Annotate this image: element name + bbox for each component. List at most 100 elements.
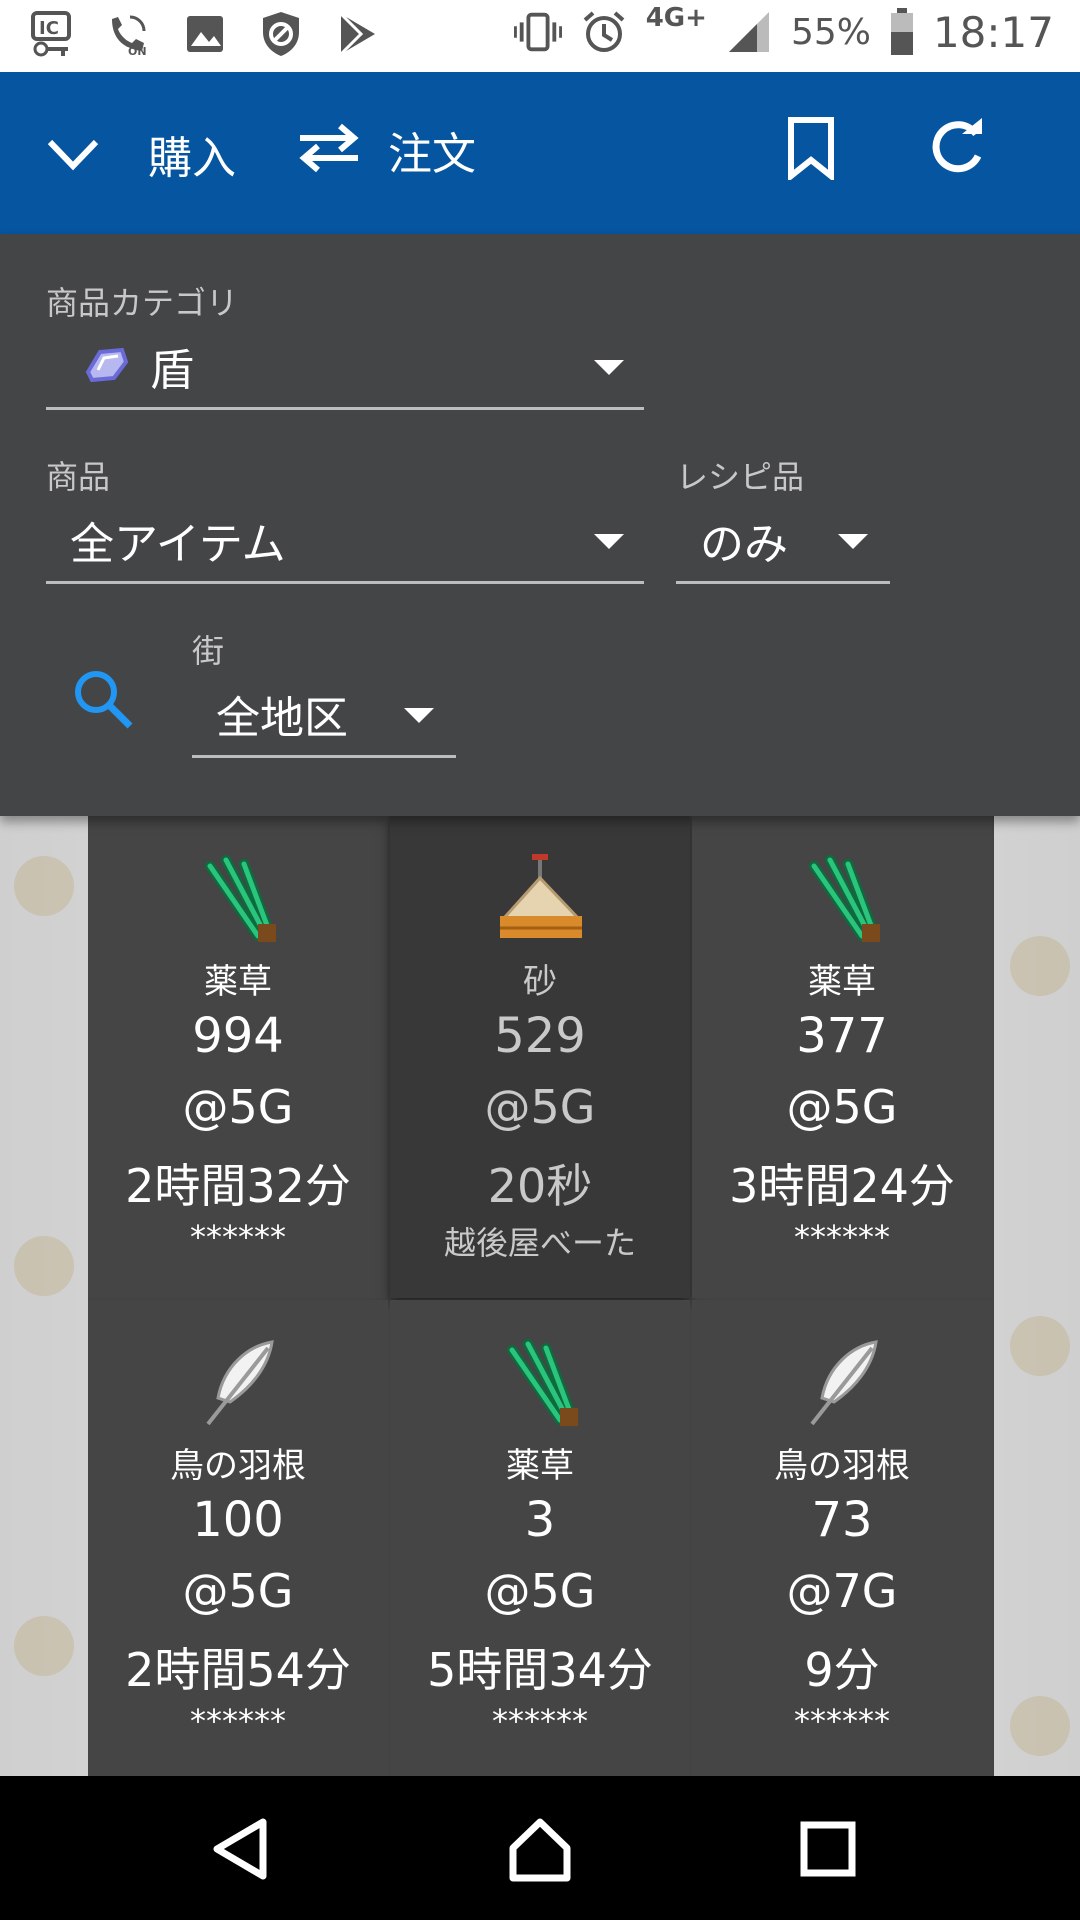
recipe-select[interactable]: のみ	[676, 498, 890, 584]
listing-seller: ******	[190, 1702, 286, 1740]
listing-time: 20秒	[487, 1159, 593, 1213]
shield-icon	[258, 10, 304, 58]
city-dropdown-arrow-icon	[404, 708, 434, 723]
search-icon	[70, 671, 136, 736]
svg-text:ON: ON	[128, 45, 147, 57]
listing-qty: 377	[796, 1008, 888, 1064]
network-type: 4G+	[645, 3, 707, 33]
wifi-calling-on-icon: ON	[106, 10, 152, 58]
listing-seller: ******	[492, 1702, 588, 1740]
herb-icon	[490, 1332, 590, 1432]
bookmark-icon	[786, 116, 836, 184]
status-right-icons: 4G+ 55% 18:17	[513, 3, 1054, 58]
back-triangle-icon	[205, 1814, 275, 1888]
listing-qty: 3	[524, 1492, 556, 1548]
listing-card[interactable]: 鳥の羽根 73 @7G 9分 ******	[692, 1300, 992, 1782]
background-figure	[1010, 936, 1070, 996]
buy-tab[interactable]: 購入	[148, 124, 236, 184]
signal-icon	[725, 6, 773, 58]
listing-price: @5G	[484, 1080, 596, 1134]
listing-price: @7G	[786, 1564, 898, 1618]
herb-icon	[792, 848, 892, 948]
category-dropdown-arrow-icon	[594, 360, 624, 375]
search-button[interactable]	[70, 666, 136, 736]
feather-icon	[792, 1332, 892, 1432]
listing-qty: 73	[811, 1492, 873, 1548]
background-figure	[14, 1616, 74, 1676]
listing-price: @5G	[182, 1564, 294, 1618]
category-select[interactable]: 盾	[46, 324, 644, 410]
listing-grid: 薬草 994 @5G 2時間32分 ****** 砂 529 @5G 20秒 越…	[88, 816, 994, 1782]
listing-card[interactable]: 砂 529 @5G 20秒 越後屋べーた	[390, 816, 690, 1298]
city-select[interactable]: 全地区	[192, 672, 456, 758]
clock: 18:17	[932, 7, 1054, 57]
battery-icon	[889, 6, 915, 58]
listing-card[interactable]: 薬草 3 @5G 5時間34分 ******	[390, 1300, 690, 1782]
listing-name: 薬草	[204, 962, 272, 1002]
background-figure	[1010, 1696, 1070, 1756]
listing-qty: 529	[494, 1008, 586, 1064]
feather-icon	[188, 1332, 288, 1432]
refresh-button[interactable]	[926, 116, 992, 186]
category-label: 商品カテゴリ	[46, 284, 239, 322]
listing-qty: 100	[192, 1492, 284, 1548]
svg-text:IC: IC	[39, 18, 59, 39]
listing-time: 2時間32分	[125, 1159, 351, 1213]
refresh-icon	[926, 116, 992, 186]
city-label: 街	[192, 632, 225, 670]
listing-name: 薬草	[506, 1446, 574, 1486]
category-value: 盾	[150, 344, 194, 396]
battery-percent: 55%	[790, 11, 871, 53]
home-icon	[505, 1814, 575, 1888]
navigation-bar	[0, 1776, 1080, 1920]
status-left-icons: IC ON	[30, 10, 380, 58]
play-store-icon	[334, 10, 380, 58]
home-button[interactable]	[495, 1806, 585, 1896]
listing-name: 薬草	[808, 962, 876, 1002]
image-icon	[182, 10, 228, 58]
filter-panel: 商品カテゴリ 盾 商品 全アイテム レシピ品 のみ 街 全地区	[0, 234, 1080, 816]
listing-price: @5G	[786, 1080, 898, 1134]
listing-seller: 越後屋べーた	[443, 1224, 636, 1262]
background-figure	[1010, 1316, 1070, 1376]
back-button[interactable]	[195, 1806, 285, 1896]
listing-time: 3時間24分	[729, 1159, 955, 1213]
vibrate-icon	[513, 6, 562, 58]
recipe-dropdown-arrow-icon	[838, 534, 868, 549]
listing-card[interactable]: 薬草 994 @5G 2時間32分 ******	[88, 816, 388, 1298]
item-label: 商品	[46, 458, 111, 496]
listing-time: 9分	[804, 1643, 880, 1697]
order-tab[interactable]: 注文	[296, 118, 476, 182]
recipe-label: レシピ品	[676, 458, 805, 496]
swap-arrows-icon	[296, 118, 362, 182]
listing-time: 5時間34分	[427, 1643, 653, 1697]
listing-name: 鳥の羽根	[170, 1446, 306, 1486]
listing-price: @5G	[484, 1564, 596, 1618]
background-figure	[14, 856, 74, 916]
recipe-value: のみ	[700, 518, 788, 570]
herb-icon	[188, 848, 288, 948]
item-dropdown-arrow-icon	[594, 534, 624, 549]
alarm-icon	[580, 6, 628, 58]
bookmark-button[interactable]	[786, 116, 836, 184]
listing-name: 砂	[523, 962, 557, 1002]
listing-seller: ******	[794, 1702, 890, 1740]
listing-time: 2時間54分	[125, 1643, 351, 1697]
recents-button[interactable]	[783, 1806, 873, 1896]
listing-seller: ******	[794, 1218, 890, 1256]
ic-card-icon: IC	[30, 10, 76, 58]
city-value: 全地区	[216, 692, 348, 744]
item-select[interactable]: 全アイテム	[46, 498, 644, 584]
sand-icon	[490, 848, 590, 948]
listing-card[interactable]: 鳥の羽根 100 @5G 2時間54分 ******	[88, 1300, 388, 1782]
background-figure	[14, 1236, 74, 1296]
chevron-down-icon	[40, 124, 106, 188]
collapse-button[interactable]	[40, 124, 106, 188]
listing-name: 鳥の羽根	[774, 1446, 910, 1486]
listing-card[interactable]: 薬草 377 @5G 3時間24分 ******	[692, 816, 992, 1298]
order-label: 注文	[388, 129, 476, 180]
listing-price: @5G	[182, 1080, 294, 1134]
app-bar: 購入 注文	[0, 72, 1080, 234]
listing-qty: 994	[192, 1008, 284, 1064]
buy-label: 購入	[148, 133, 236, 184]
